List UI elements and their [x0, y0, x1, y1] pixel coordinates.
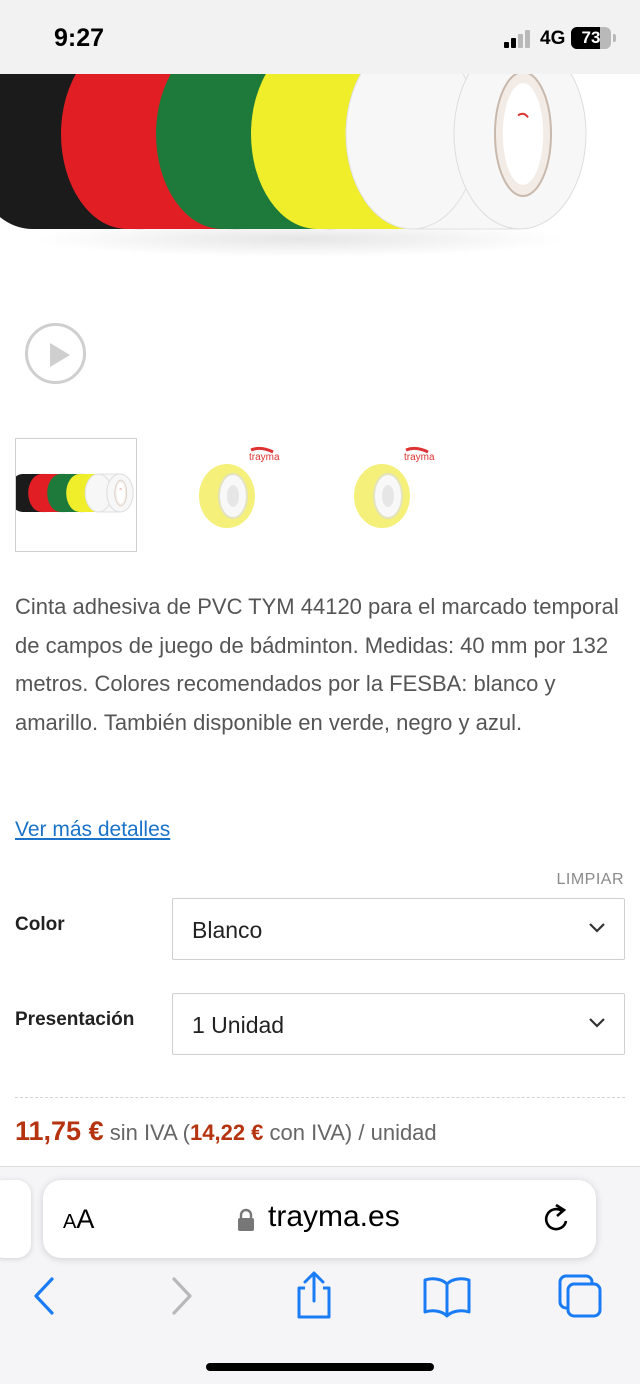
book-icon [423, 1277, 471, 1318]
presentation-select[interactable]: 1 Unidad [172, 993, 625, 1055]
thumbnail-yellow-tape-2[interactable]: trayma [322, 438, 444, 552]
price-with-vat: 14,22 € [190, 1120, 264, 1145]
color-label: Color [15, 914, 65, 935]
play-icon [50, 343, 70, 367]
clear-selection-link[interactable]: LIMPIAR [556, 871, 624, 889]
reader-settings-button[interactable]: AA [63, 1204, 94, 1235]
chevron-down-icon [589, 923, 605, 933]
reload-icon[interactable] [540, 1201, 574, 1237]
status-bar: 9:27 4G 73 [0, 0, 640, 74]
presentation-select-value: 1 Unidad [192, 1012, 285, 1038]
address-bar[interactable]: AA trayma.es [43, 1180, 596, 1258]
more-details-link[interactable]: Ver más detalles [15, 818, 170, 842]
home-indicator [206, 1363, 434, 1371]
divider [15, 1097, 625, 1098]
product-description: Cinta adhesiva de PVC TYM 44120 para el … [15, 594, 619, 735]
color-select-value: Blanco [192, 917, 263, 943]
price-without-vat-suffix: sin IVA ( [103, 1120, 190, 1145]
previous-tab-preview[interactable] [0, 1180, 31, 1258]
chevron-down-icon [589, 1018, 605, 1028]
trayma-logo: trayma [249, 452, 280, 463]
bookmarks-button[interactable] [419, 1270, 475, 1322]
tape-roll [345, 74, 587, 230]
yellow-tape-thumbnail-icon: trayma [199, 446, 280, 528]
forward-button[interactable] [154, 1270, 210, 1322]
url-text[interactable]: trayma.es [268, 1200, 400, 1234]
tabs-icon [558, 1274, 602, 1318]
yellow-tape-thumbnail-icon: trayma [354, 446, 435, 528]
chevron-right-icon [172, 1277, 192, 1315]
back-button[interactable] [16, 1270, 72, 1322]
tape-rolls-image [0, 74, 587, 257]
tape-rolls-thumbnail-icon [16, 473, 134, 513]
share-button[interactable] [286, 1270, 342, 1322]
thumbnail-yellow-tape-1[interactable]: trayma [167, 438, 289, 552]
play-video-button[interactable] [25, 323, 86, 384]
lock-icon [238, 1208, 254, 1231]
tape-roll [84, 473, 134, 513]
share-icon [297, 1271, 331, 1319]
network-type: 4G [540, 28, 566, 49]
status-time: 9:27 [54, 24, 105, 52]
trayma-logo: trayma [404, 452, 435, 463]
thumbnail-multi-color[interactable] [15, 438, 137, 552]
product-main-image[interactable] [0, 74, 640, 284]
price-with-vat-suffix: con IVA) / unidad [263, 1120, 437, 1145]
battery-percentage: 73 [581, 28, 601, 47]
cellular-signal-icon [504, 30, 534, 48]
presentation-label: Presentación [15, 1009, 135, 1030]
chevron-left-icon [34, 1277, 54, 1315]
battery-icon: 73 [571, 27, 611, 49]
price-without-vat: 11,75 € [15, 1116, 104, 1146]
price-line: 11,75 € sin IVA (14,22 € con IVA) / unid… [15, 1116, 437, 1147]
color-select[interactable]: Blanco [172, 898, 625, 960]
tabs-button[interactable] [552, 1270, 608, 1322]
